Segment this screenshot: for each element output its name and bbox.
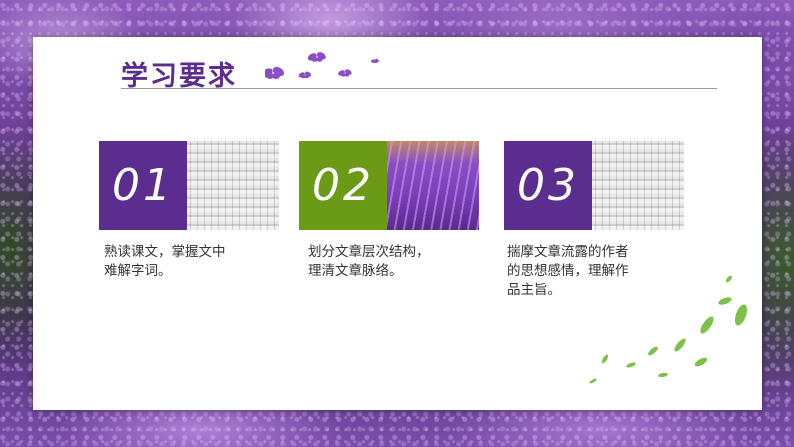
number-badge-1: 01 — [99, 141, 187, 230]
leaf-icon — [589, 378, 597, 384]
leaf-icon — [626, 362, 636, 368]
leaf-icon — [601, 354, 609, 364]
text-line: 熟读课文，掌握文中 — [104, 244, 226, 260]
leaf-icon — [726, 275, 732, 283]
white-wisteria-photo — [592, 141, 684, 230]
leaf-icon — [674, 338, 686, 352]
title-divider — [121, 88, 717, 89]
butterfly-icon — [265, 66, 285, 79]
butterfly-icon — [298, 71, 312, 79]
requirement-block-3: 03 — [504, 141, 684, 230]
leaf-icon — [658, 372, 668, 378]
leaf-icon — [718, 297, 732, 305]
butterfly-icon — [371, 58, 379, 64]
content-card: 学习要求 01 熟读课文，掌握文中 难解字词。 02 划分文章层次结构， 理清文… — [33, 37, 762, 410]
leaves-decoration — [589, 275, 748, 384]
leaf-icon — [734, 304, 748, 326]
requirement-text-1: 熟读课文，掌握文中 难解字词。 — [104, 243, 264, 281]
leaf-icon — [648, 346, 658, 356]
butterfly-decoration — [265, 52, 379, 79]
requirement-block-1: 01 — [99, 141, 279, 230]
butterfly-icon — [307, 52, 326, 62]
leaf-icon — [694, 357, 708, 367]
requirement-block-2: 02 — [299, 141, 479, 230]
number-badge-2: 02 — [299, 141, 387, 230]
white-wisteria-photo — [187, 141, 279, 230]
purple-wisteria-photo — [387, 141, 479, 230]
leaf-icon — [700, 316, 714, 334]
text-line: 难解字词。 — [104, 263, 172, 279]
text-line: 理清文章脉络。 — [308, 263, 403, 279]
requirement-text-2: 划分文章层次结构， 理清文章脉络。 — [308, 243, 468, 281]
butterfly-icon — [338, 69, 352, 77]
text-line: 划分文章层次结构， — [308, 244, 430, 260]
number-badge-3: 03 — [504, 141, 592, 230]
